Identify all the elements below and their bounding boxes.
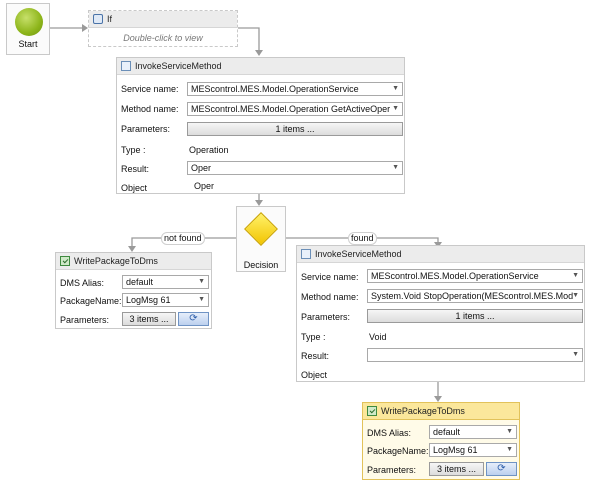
document-icon	[301, 249, 311, 259]
object-label: Object	[121, 183, 148, 193]
refresh-icon: ⟳	[497, 463, 506, 474]
parameters-label: Parameters:	[367, 465, 417, 475]
edge-label-found: found	[348, 232, 377, 245]
result-select[interactable]: Oper ▼	[187, 161, 403, 175]
parameters-button[interactable]: 3 items ...	[429, 462, 484, 476]
write2-title: WritePackageToDms	[381, 406, 465, 416]
result-label: Result:	[121, 164, 150, 174]
result-label: Result:	[301, 351, 330, 361]
chevron-down-icon: ▼	[572, 292, 579, 299]
parameters-button[interactable]: 3 items ...	[122, 312, 176, 326]
invoke2-title: InvokeServiceMethod	[315, 249, 402, 259]
dms-alias-value: default	[433, 427, 461, 437]
dms-alias-select[interactable]: default ▼	[429, 425, 517, 439]
write-package-to-dms-2[interactable]: WritePackageToDms DMS Alias: default ▼ Pa…	[362, 402, 520, 480]
package-name-value: LogMsg 61	[433, 445, 478, 455]
method-name-label: Method name:	[121, 104, 179, 114]
result-value: Oper	[191, 163, 212, 173]
invoke1-title: InvokeServiceMethod	[135, 61, 222, 71]
invoke-service-method-2[interactable]: InvokeServiceMethod Service name: MEScon…	[296, 245, 585, 382]
object-label: Object	[301, 370, 328, 380]
write1-title: WritePackageToDms	[74, 256, 158, 266]
parameters-label: Parameters:	[301, 312, 351, 322]
chevron-down-icon: ▼	[572, 272, 579, 279]
parameters-button[interactable]: 1 items ...	[187, 122, 403, 136]
service-name-value: MEScontrol.MES.Model.OperationService	[371, 271, 539, 281]
dms-alias-label: DMS Alias:	[367, 428, 412, 438]
method-name-select[interactable]: System.Void StopOperation(MEScontrol.MES…	[367, 289, 583, 303]
service-name-select[interactable]: MEScontrol.MES.Model.OperationService ▼	[367, 269, 583, 283]
package-name-label: PackageName:	[367, 446, 429, 456]
dms-alias-label: DMS Alias:	[60, 278, 105, 288]
if-title: If	[107, 14, 113, 24]
type-value: Operation	[189, 145, 229, 155]
chevron-down-icon: ▼	[392, 105, 399, 112]
parameters-button[interactable]: 1 items ...	[367, 309, 583, 323]
chevron-down-icon: ▼	[198, 296, 205, 303]
chevron-down-icon: ▼	[572, 351, 579, 358]
object-value: Oper	[194, 181, 215, 191]
start-icon	[15, 8, 43, 36]
decision-node[interactable]: Decision	[236, 206, 286, 272]
method-name-select[interactable]: MEScontrol.MES.Model.Operation GetActive…	[187, 102, 403, 116]
write2-header: WritePackageToDms	[363, 403, 519, 420]
parameters-label: Parameters:	[121, 124, 171, 134]
chevron-down-icon: ▼	[198, 278, 205, 285]
invoke-service-method-1[interactable]: InvokeServiceMethod Service name: MEScon…	[116, 57, 405, 194]
if-hint: Double-click to view	[123, 33, 203, 43]
service-name-select[interactable]: MEScontrol.MES.Model.OperationService ▼	[187, 82, 403, 96]
invoke2-header: InvokeServiceMethod	[297, 246, 584, 263]
package-name-value: LogMsg 61	[126, 295, 171, 305]
method-name-value: System.Void StopOperation(MEScontrol.MES…	[371, 291, 574, 301]
write-package-to-dms-1[interactable]: WritePackageToDms DMS Alias: default ▼ Pa…	[55, 252, 212, 329]
decision-diamond-icon	[244, 212, 278, 246]
refresh-button[interactable]: ⟳	[178, 312, 209, 326]
type-label: Type :	[301, 332, 326, 342]
chevron-down-icon: ▼	[392, 85, 399, 92]
chevron-down-icon: ▼	[506, 446, 513, 453]
chevron-down-icon: ▼	[506, 428, 513, 435]
start-label: Start	[18, 39, 38, 49]
chevron-down-icon: ▼	[392, 164, 399, 171]
result-select[interactable]: ▼	[367, 348, 583, 362]
document-icon	[121, 61, 131, 71]
package-name-select[interactable]: LogMsg 61 ▼	[122, 293, 209, 307]
edge-label-not-found: not found	[161, 232, 205, 245]
service-name-value: MEScontrol.MES.Model.OperationService	[191, 84, 359, 94]
method-name-value: MEScontrol.MES.Model.Operation GetActive…	[191, 104, 391, 114]
if-header: If	[89, 11, 237, 28]
dms-alias-select[interactable]: default ▼	[122, 275, 209, 289]
if-activity[interactable]: If Double-click to view	[88, 10, 238, 47]
invoke1-header: InvokeServiceMethod	[117, 58, 404, 75]
decision-label: Decision	[243, 260, 279, 270]
package-name-select[interactable]: LogMsg 61 ▼	[429, 443, 517, 457]
type-label: Type :	[121, 145, 146, 155]
package-icon	[60, 256, 70, 266]
refresh-button[interactable]: ⟳	[486, 462, 517, 476]
service-name-label: Service name:	[121, 84, 179, 94]
parameters-label: Parameters:	[60, 315, 110, 325]
service-name-label: Service name:	[301, 272, 359, 282]
dms-alias-value: default	[126, 277, 154, 287]
refresh-icon: ⟳	[189, 313, 198, 324]
package-name-label: PackageName:	[60, 296, 122, 306]
method-name-label: Method name:	[301, 292, 359, 302]
write1-header: WritePackageToDms	[56, 253, 211, 270]
package-icon	[367, 406, 377, 416]
start-node[interactable]: Start	[6, 3, 50, 55]
type-value: Void	[369, 332, 387, 342]
if-icon	[93, 14, 103, 24]
